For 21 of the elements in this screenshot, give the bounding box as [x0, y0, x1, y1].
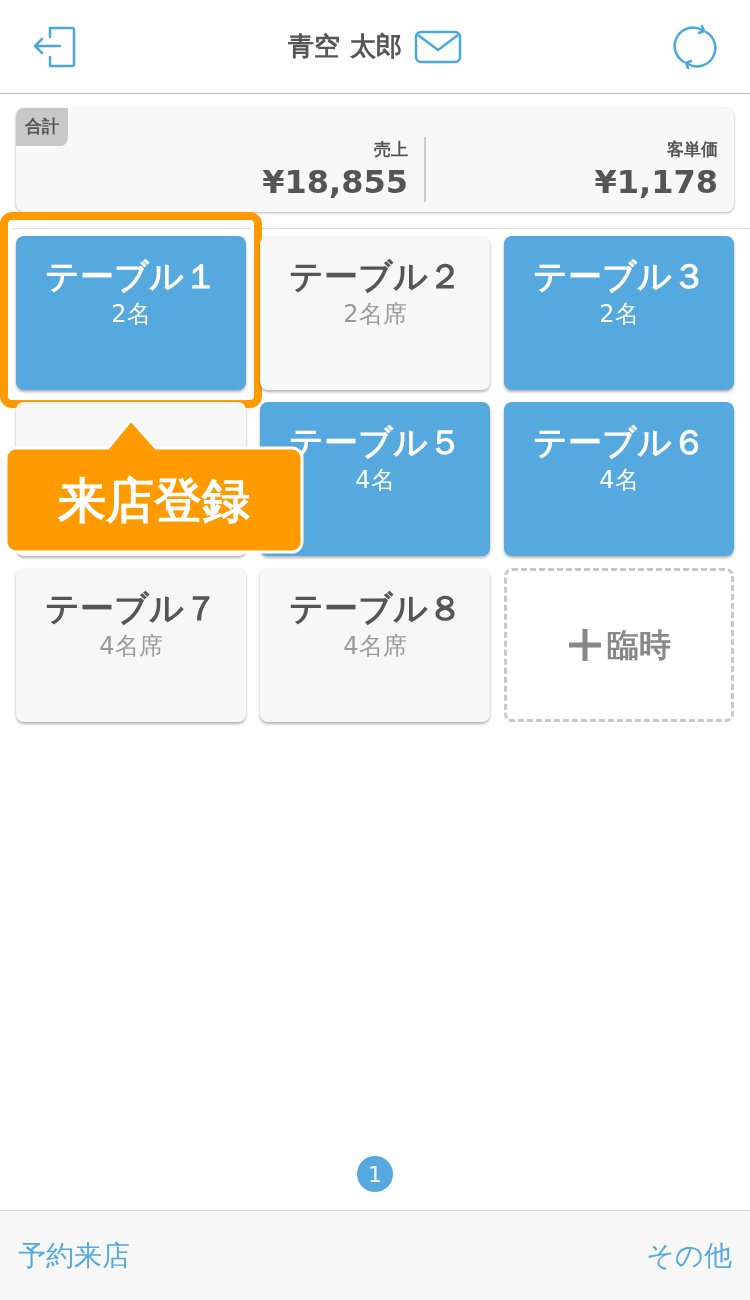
reservation-link[interactable]: 予約来店	[18, 1234, 130, 1277]
metric-value: ¥1,178	[594, 162, 718, 202]
more-link[interactable]: その他	[646, 1234, 732, 1277]
total-badge: 合計	[16, 108, 68, 146]
temporary-table-button[interactable]: 臨時	[504, 568, 734, 722]
mail-icon	[413, 29, 462, 64]
table-card[interactable]: テーブル８ 4名席	[260, 568, 490, 722]
metric-label: 客単価	[667, 137, 718, 161]
metric-label: 売上	[374, 137, 408, 161]
mail-button[interactable]	[413, 29, 462, 64]
table-card[interactable]: テーブル７ 4名席	[16, 568, 246, 722]
table-card[interactable]: テーブル２ 2名席	[260, 236, 490, 390]
plus-icon	[567, 627, 603, 663]
table-card[interactable]: テーブル３ 2名	[504, 236, 734, 390]
tooltip-text: 来店登録	[58, 471, 250, 530]
temporary-label: 臨時	[607, 625, 671, 666]
metric-value: ¥18,855	[262, 162, 408, 202]
refresh-icon	[672, 23, 718, 70]
user-name: 青空 太郎	[288, 30, 402, 63]
table-card[interactable]: テーブル６ 4名	[504, 402, 734, 556]
table-card[interactable]: テーブル１ 2名	[16, 236, 246, 390]
